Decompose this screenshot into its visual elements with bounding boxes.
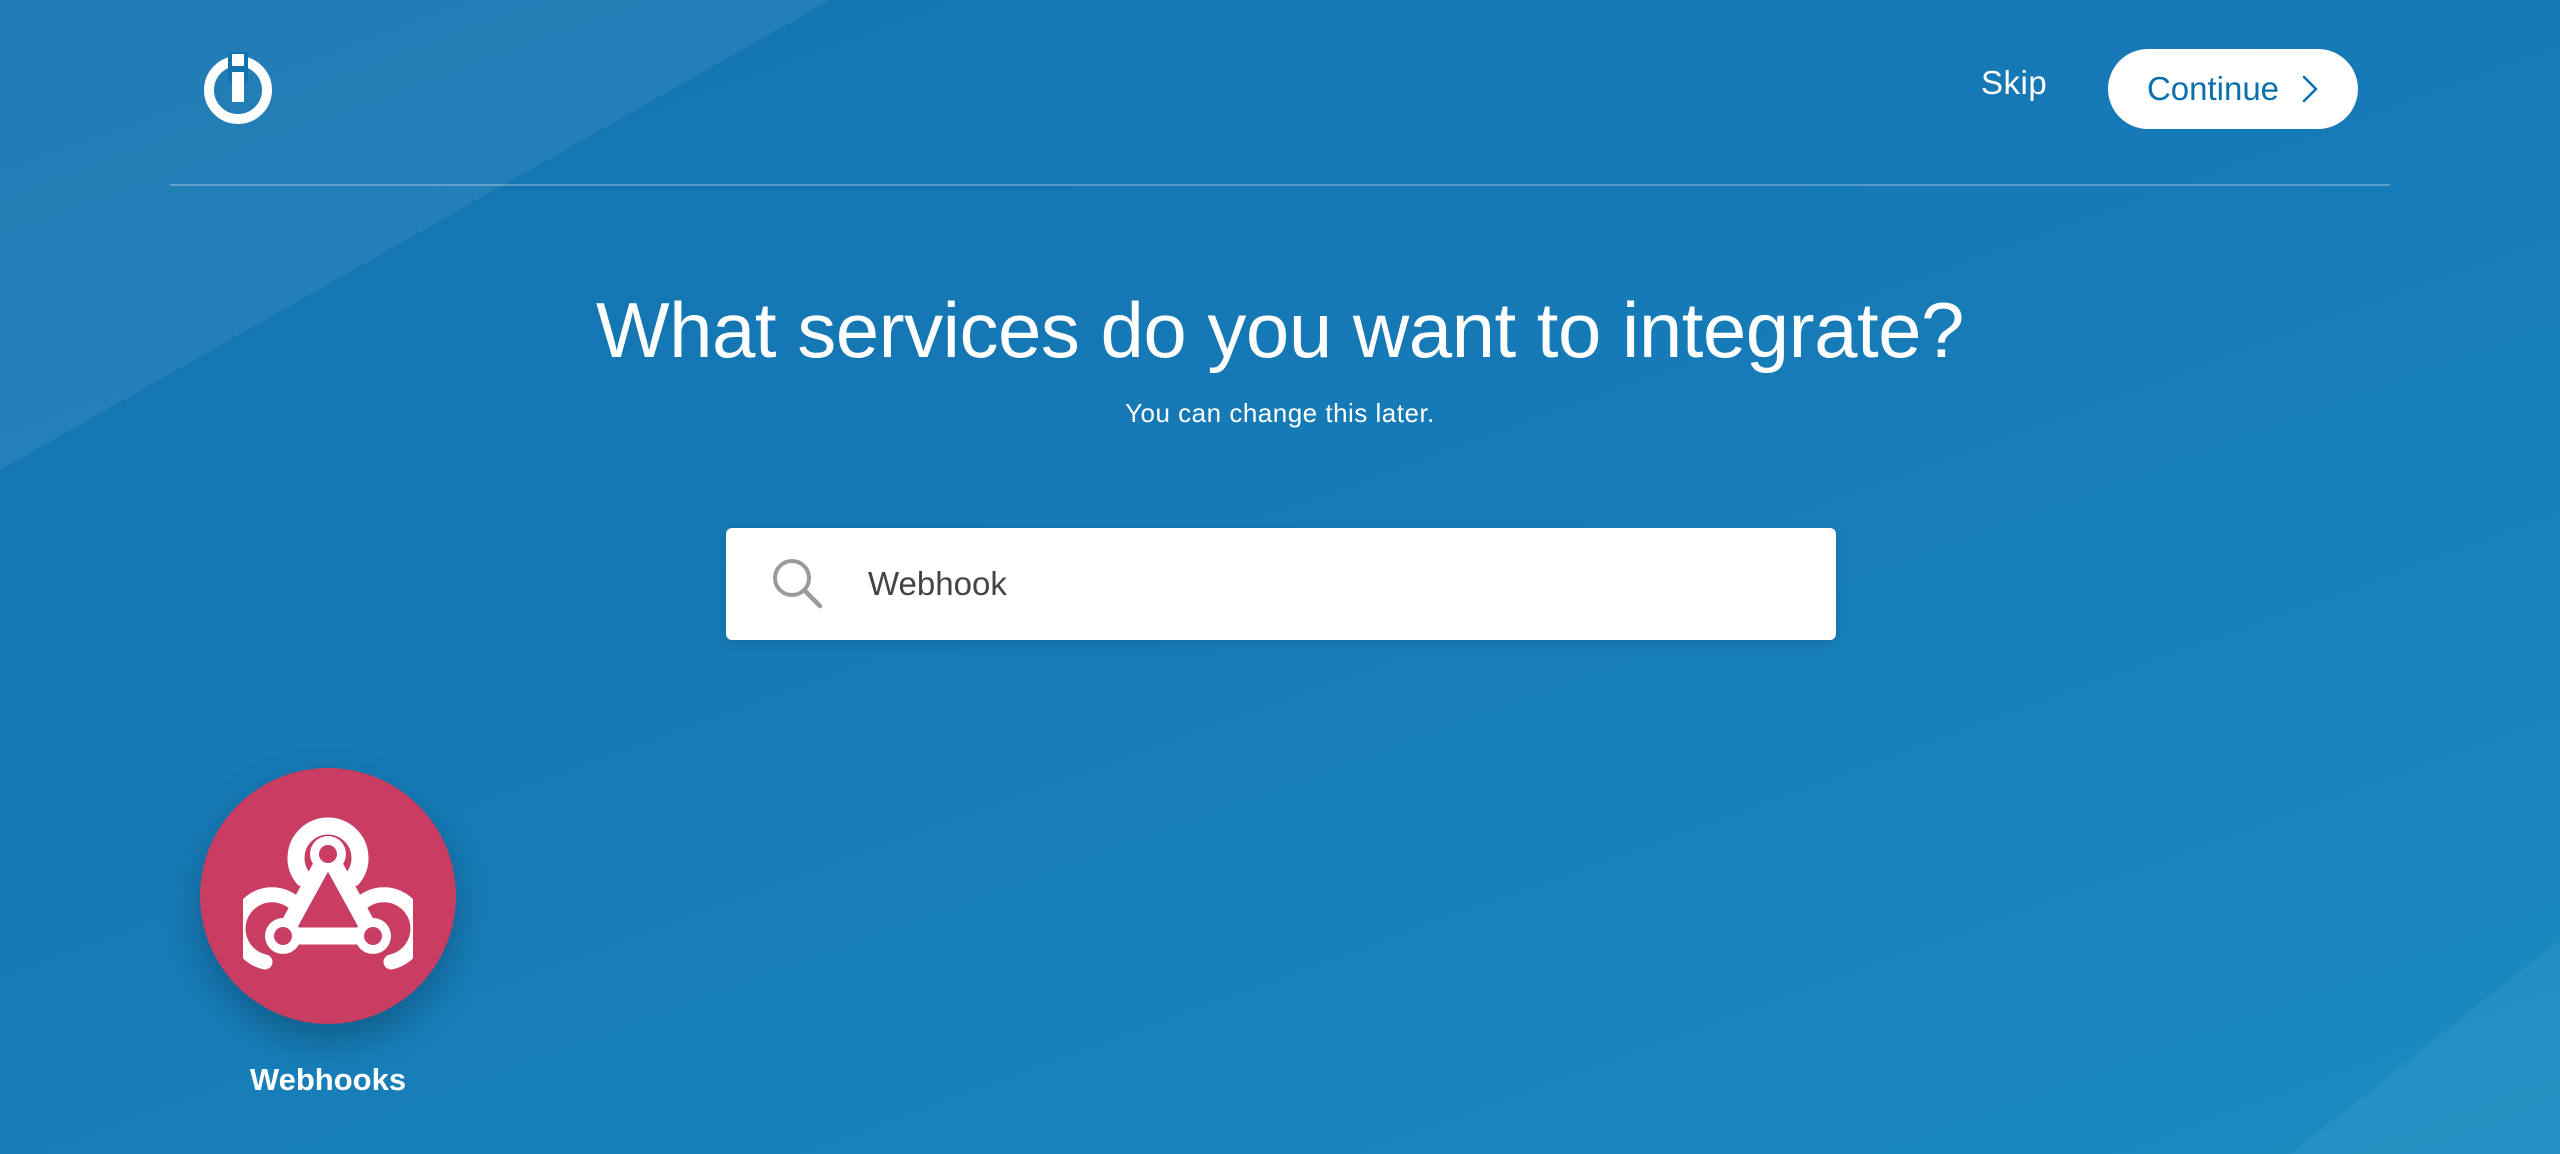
chevron-right-icon: [2302, 75, 2318, 103]
search-icon: [773, 559, 823, 609]
page-subtitle: You can change this later.: [1125, 398, 1435, 428]
continue-button[interactable]: Continue: [2108, 49, 2358, 129]
skip-link[interactable]: Skip: [1981, 64, 2047, 102]
top-bar: Skip Continue: [170, 0, 2390, 186]
ifttt-power-logo-icon[interactable]: [200, 50, 276, 126]
webhooks-icon: [243, 817, 413, 970]
search-box[interactable]: [726, 528, 1836, 640]
continue-button-label: Continue: [2146, 70, 2280, 107]
service-tile-label: Webhooks: [249, 1062, 407, 1097]
service-tile-webhooks[interactable]: Webhooks: [200, 768, 460, 1108]
service-tile-circle: [200, 768, 456, 1024]
search-input[interactable]: [868, 552, 1788, 616]
page-title: What services do you want to integrate?: [596, 286, 1964, 374]
